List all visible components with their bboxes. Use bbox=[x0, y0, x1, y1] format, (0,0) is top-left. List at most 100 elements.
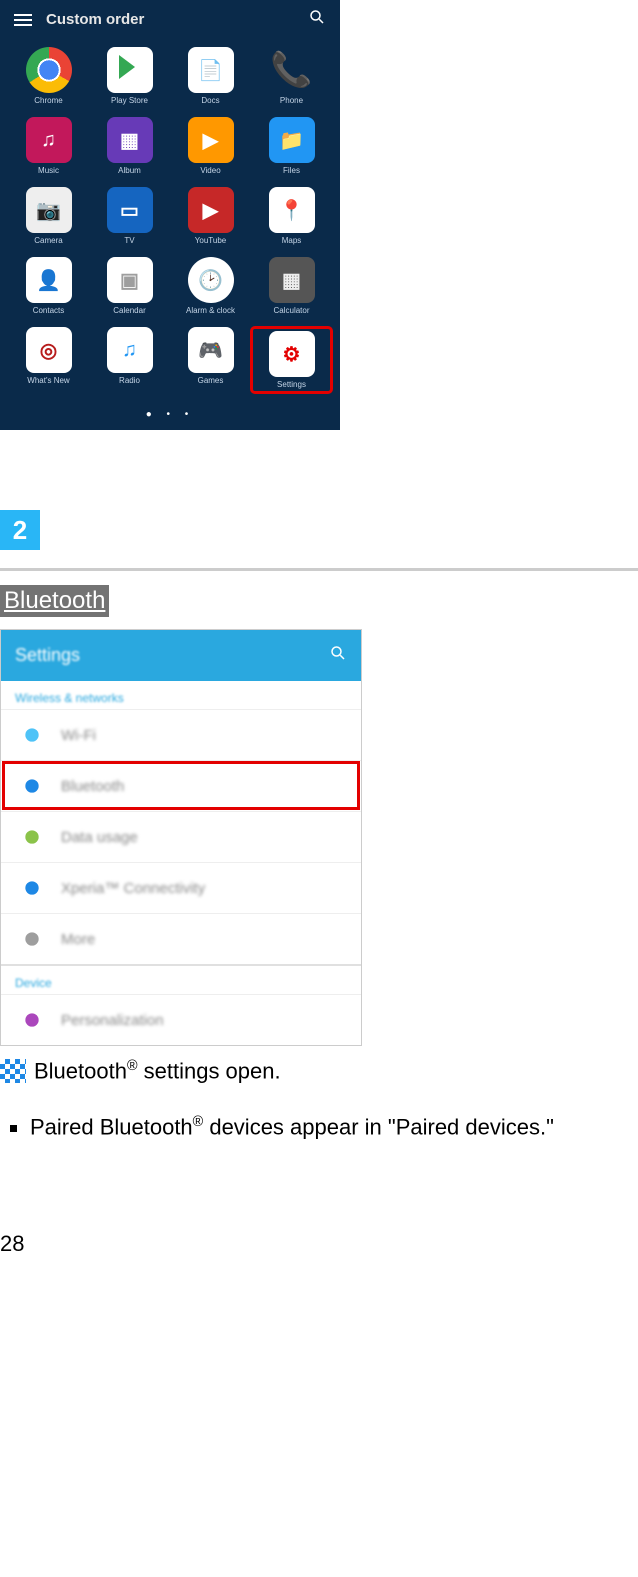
settings-row-label: Bluetooth bbox=[61, 778, 124, 795]
app-label: Phone bbox=[280, 96, 303, 105]
xperia-connectivity-icon bbox=[21, 877, 43, 899]
app-label: What's New bbox=[27, 376, 69, 385]
flag-icon bbox=[0, 1059, 26, 1083]
calendar-icon: ▣ bbox=[107, 257, 153, 303]
app-phone[interactable]: 📞 Phone bbox=[251, 47, 332, 105]
menu-icon[interactable] bbox=[14, 14, 32, 26]
app-docs[interactable]: 📄 Docs bbox=[170, 47, 251, 105]
settings-icon: ⚙ bbox=[269, 331, 315, 377]
tv-icon: ▭ bbox=[107, 187, 153, 233]
files-icon: 📁 bbox=[269, 117, 315, 163]
app-label: YouTube bbox=[195, 236, 226, 245]
alarm-&-clock-icon: 🕑 bbox=[188, 257, 234, 303]
search-icon[interactable] bbox=[308, 8, 326, 31]
contacts-icon: 👤 bbox=[26, 257, 72, 303]
music-icon: ♫ bbox=[26, 117, 72, 163]
settings-row-label: More bbox=[61, 931, 95, 948]
app-label: Games bbox=[198, 376, 224, 385]
chrome-icon bbox=[26, 47, 72, 93]
wi-fi-icon bbox=[21, 724, 43, 746]
app-label: Music bbox=[38, 166, 59, 175]
radio-icon: ♫ bbox=[107, 327, 153, 373]
app-label: TV bbox=[124, 236, 134, 245]
play-store-icon bbox=[107, 47, 153, 93]
video-icon: ▶ bbox=[188, 117, 234, 163]
app-radio[interactable]: ♫ Radio bbox=[89, 327, 170, 393]
bullet-item: Paired Bluetooth® devices appear in "Pai… bbox=[30, 1114, 638, 1140]
settings-row-bluetooth[interactable]: Bluetooth bbox=[1, 760, 361, 811]
settings-appbar: Settings bbox=[1, 630, 361, 681]
app-music[interactable]: ♫ Music bbox=[8, 117, 89, 175]
bullet-prefix: Paired Bluetooth bbox=[30, 1115, 193, 1140]
settings-row-data-usage[interactable]: Data usage bbox=[1, 811, 361, 862]
app-settings[interactable]: ⚙Settings bbox=[251, 327, 332, 393]
result-text: Bluetooth® settings open. bbox=[0, 1058, 638, 1084]
app-maps[interactable]: 📍 Maps bbox=[251, 187, 332, 245]
settings-row-xperia-connectivity[interactable]: Xperia™ Connectivity bbox=[1, 862, 361, 913]
data-usage-icon bbox=[21, 826, 43, 848]
phone-icon: 📞 bbox=[269, 47, 315, 93]
settings-title: Settings bbox=[15, 645, 80, 666]
settings-row-wi-fi[interactable]: Wi-Fi bbox=[1, 709, 361, 760]
drawer-title: Custom order bbox=[46, 11, 294, 28]
app-label: Files bbox=[283, 166, 300, 175]
app-label: Maps bbox=[282, 236, 302, 245]
pager-dots: ● • • bbox=[0, 403, 340, 430]
app-youtube[interactable]: ▶ YouTube bbox=[170, 187, 251, 245]
app-files[interactable]: 📁 Files bbox=[251, 117, 332, 175]
album-icon: ▦ bbox=[107, 117, 153, 163]
settings-screenshot: Settings Wireless & networks Wi-Fi Blueto… bbox=[0, 629, 362, 1046]
settings-row-label: Personalization bbox=[61, 1012, 164, 1029]
camera-icon: 📷 bbox=[26, 187, 72, 233]
settings-row-personalization[interactable]: Personalization bbox=[1, 994, 361, 1045]
app-camera[interactable]: 📷 Camera bbox=[8, 187, 89, 245]
app-label: Camera bbox=[34, 236, 62, 245]
app-drawer-screenshot: Custom order Chrome Play Store 📄 Docs 📞 Phone… bbox=[0, 0, 340, 430]
app-chrome[interactable]: Chrome bbox=[8, 47, 89, 105]
app-calendar[interactable]: ▣ Calendar bbox=[89, 257, 170, 315]
personalization-icon bbox=[21, 1009, 43, 1031]
step-badge: 2 bbox=[0, 510, 40, 550]
bluetooth-icon bbox=[21, 775, 43, 797]
app-grid: Chrome Play Store 📄 Docs 📞 Phone ♫ Music ▦ Album ▶… bbox=[0, 41, 340, 403]
app-label: Play Store bbox=[111, 96, 148, 105]
page-number: 28 bbox=[0, 1231, 638, 1257]
calculator-icon: ▦ bbox=[269, 257, 315, 303]
youtube-icon: ▶ bbox=[188, 187, 234, 233]
app-album[interactable]: ▦ Album bbox=[89, 117, 170, 175]
settings-category: Wireless & networks bbox=[1, 681, 361, 709]
app-label: Docs bbox=[201, 96, 219, 105]
games-icon: 🎮 bbox=[188, 327, 234, 373]
app-label: Alarm & clock bbox=[186, 306, 235, 315]
app-label: Calculator bbox=[273, 306, 309, 315]
app-games[interactable]: 🎮 Games bbox=[170, 327, 251, 393]
settings-category: Device bbox=[1, 966, 361, 994]
app-label: Contacts bbox=[33, 306, 65, 315]
result-prefix: Bluetooth bbox=[34, 1058, 127, 1083]
docs-icon: 📄 bbox=[188, 47, 234, 93]
app-contacts[interactable]: 👤 Contacts bbox=[8, 257, 89, 315]
app-label: Radio bbox=[119, 376, 140, 385]
maps-icon: 📍 bbox=[269, 187, 315, 233]
drawer-topbar: Custom order bbox=[0, 0, 340, 41]
settings-row-label: Data usage bbox=[61, 829, 138, 846]
bullet-suffix: devices appear in "Paired devices." bbox=[203, 1115, 554, 1140]
app-calculator[interactable]: ▦ Calculator bbox=[251, 257, 332, 315]
app-label: Video bbox=[200, 166, 220, 175]
app-alarm-&-clock[interactable]: 🕑 Alarm & clock bbox=[170, 257, 251, 315]
search-icon[interactable] bbox=[329, 644, 347, 667]
settings-row-more[interactable]: More bbox=[1, 913, 361, 964]
settings-row-label: Wi-Fi bbox=[61, 727, 96, 744]
app-play-store[interactable]: Play Store bbox=[89, 47, 170, 105]
app-tv[interactable]: ▭ TV bbox=[89, 187, 170, 245]
app-label: Chrome bbox=[34, 96, 62, 105]
app-video[interactable]: ▶ Video bbox=[170, 117, 251, 175]
app-label: Album bbox=[118, 166, 141, 175]
separator bbox=[0, 568, 638, 571]
result-suffix: settings open. bbox=[138, 1058, 281, 1083]
bullet-list: Paired Bluetooth® devices appear in "Pai… bbox=[0, 1114, 638, 1140]
section-heading[interactable]: Bluetooth bbox=[0, 585, 109, 617]
app-label: Calendar bbox=[113, 306, 145, 315]
settings-row-label: Xperia™ Connectivity bbox=[61, 880, 205, 897]
app-what's-new[interactable]: ◎What's New bbox=[8, 327, 89, 393]
